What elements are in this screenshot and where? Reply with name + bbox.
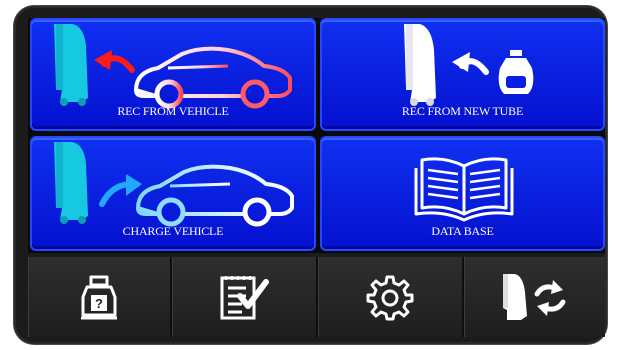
rec-from-vehicle-button[interactable]: REC FROM VEHICLE xyxy=(30,18,316,131)
svg-text:?: ? xyxy=(95,296,103,311)
main-menu-grid: REC FROM VEHICLE REC FROM NEW TUBE CHARG… xyxy=(28,18,605,253)
gear-icon xyxy=(366,275,414,321)
settings-button[interactable] xyxy=(318,257,464,337)
rec-from-new-tube-label: REC FROM NEW TUBE xyxy=(401,104,524,118)
data-base-label: DATA BASE xyxy=(431,224,494,238)
tank-info-button[interactable]: ? xyxy=(28,257,172,337)
checklist-icon xyxy=(220,276,269,320)
rec-from-new-tube-button[interactable]: REC FROM NEW TUBE xyxy=(320,18,605,131)
data-base-button[interactable]: DATA BASE xyxy=(320,136,605,251)
machine-refresh-icon xyxy=(502,274,565,320)
bottom-toolbar: ? xyxy=(28,257,605,337)
charge-vehicle-label: CHARGE VEHICLE xyxy=(122,224,224,238)
machine-cycle-button[interactable] xyxy=(464,257,605,337)
tank-question-icon: ? xyxy=(81,275,117,320)
rec-from-vehicle-label: REC FROM VEHICLE xyxy=(117,104,229,118)
charge-vehicle-button[interactable]: CHARGE VEHICLE xyxy=(30,136,316,251)
checklist-button[interactable] xyxy=(172,257,318,337)
